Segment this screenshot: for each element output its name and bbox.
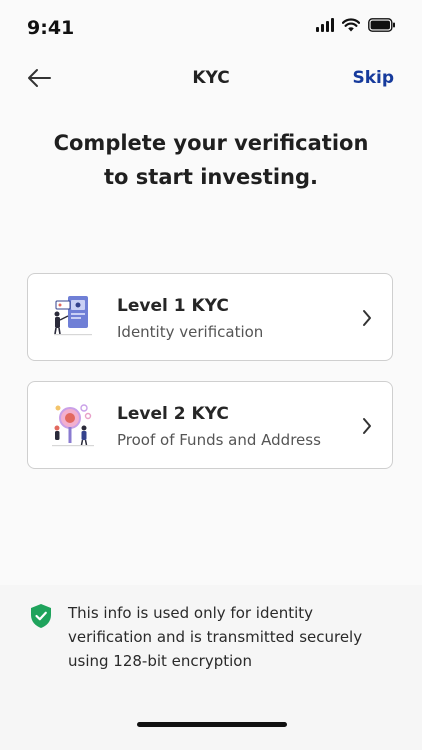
nav-header: KYC Skip (0, 58, 422, 98)
headline-line-1: Complete your verification (53, 131, 369, 155)
status-icons (316, 18, 396, 32)
home-indicator (137, 722, 287, 727)
status-bar: 9:41 (0, 0, 422, 56)
skip-button[interactable]: Skip (352, 68, 394, 88)
magnifier-illustration-icon (52, 404, 94, 447)
shield-check-icon (31, 604, 51, 628)
level-2-kyc-card[interactable]: Level 2 KYC Proof of Funds and Address (27, 381, 393, 469)
level-2-title: Level 2 KYC (117, 404, 229, 424)
id-card-illustration-icon (54, 296, 92, 336)
status-time: 9:41 (27, 17, 75, 39)
battery-icon (368, 18, 395, 32)
security-info-footer: This info is used only for identity veri… (0, 585, 422, 750)
headline-line-2: to start investing. (104, 165, 318, 189)
headline: Complete your verification to start inve… (30, 126, 392, 194)
level-1-kyc-card[interactable]: Level 1 KYC Identity verification (27, 273, 393, 361)
level-2-subtitle: Proof of Funds and Address (117, 431, 321, 449)
level-1-title: Level 1 KYC (117, 296, 229, 316)
chevron-right-icon (363, 310, 371, 326)
chevron-right-icon (363, 418, 371, 434)
signal-icon (316, 18, 334, 32)
level-1-subtitle: Identity verification (117, 323, 264, 341)
security-info-text: This info is used only for identity veri… (68, 604, 363, 670)
wifi-icon (342, 18, 360, 32)
